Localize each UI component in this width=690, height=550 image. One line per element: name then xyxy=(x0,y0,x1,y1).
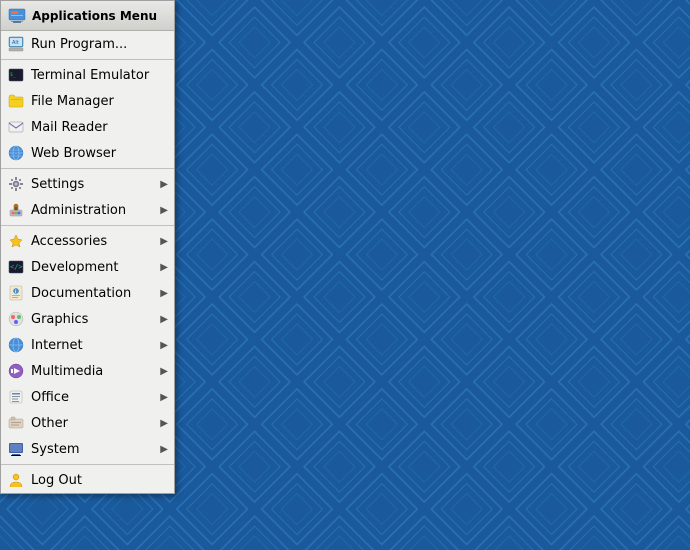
log-out-label: Log Out xyxy=(31,473,168,488)
office-icon xyxy=(7,388,25,406)
terminal-icon: $_ xyxy=(7,66,25,84)
system-icon xyxy=(7,440,25,458)
web-browser-icon xyxy=(7,144,25,162)
applications-menu: Applications Menu Alt Run Program... $_ … xyxy=(0,0,175,494)
documentation-arrow: ▶ xyxy=(160,288,168,299)
terminal-label: Terminal Emulator xyxy=(31,68,168,83)
run-program-label: Run Program... xyxy=(31,37,168,52)
svg-text:Alt: Alt xyxy=(12,40,19,46)
menu-item-terminal[interactable]: $_ Terminal Emulator xyxy=(1,62,174,88)
svg-text:$_: $_ xyxy=(10,72,17,78)
separator-3 xyxy=(1,225,174,226)
graphics-arrow: ▶ xyxy=(160,314,168,325)
other-label: Other xyxy=(31,416,160,431)
accessories-arrow: ▶ xyxy=(160,236,168,247)
menu-item-office[interactable]: Office ▶ xyxy=(1,384,174,410)
documentation-label: Documentation xyxy=(31,286,160,301)
menu-item-administration[interactable]: Administration ▶ xyxy=(1,197,174,223)
svg-text:</>: </> xyxy=(10,263,23,271)
web-browser-label: Web Browser xyxy=(31,146,168,161)
menu-title-icon xyxy=(7,6,27,26)
multimedia-icon xyxy=(7,362,25,380)
settings-label: Settings xyxy=(31,177,160,192)
separator-2 xyxy=(1,168,174,169)
settings-icon xyxy=(7,175,25,193)
file-manager-label: File Manager xyxy=(31,94,168,109)
development-label: Development xyxy=(31,260,160,275)
separator-1 xyxy=(1,59,174,60)
development-arrow: ▶ xyxy=(160,262,168,273)
development-icon: </> xyxy=(7,258,25,276)
file-manager-icon xyxy=(7,92,25,110)
menu-item-system[interactable]: System ▶ xyxy=(1,436,174,462)
office-arrow: ▶ xyxy=(160,392,168,403)
system-arrow: ▶ xyxy=(160,444,168,455)
multimedia-arrow: ▶ xyxy=(160,366,168,377)
menu-item-multimedia[interactable]: Multimedia ▶ xyxy=(1,358,174,384)
system-label: System xyxy=(31,442,160,457)
accessories-label: Accessories xyxy=(31,234,160,249)
menu-item-web-browser[interactable]: Web Browser xyxy=(1,140,174,166)
menu-item-run-program[interactable]: Alt Run Program... xyxy=(1,31,174,57)
mail-reader-label: Mail Reader xyxy=(31,120,168,135)
menu-item-mail-reader[interactable]: Mail Reader xyxy=(1,114,174,140)
internet-icon xyxy=(7,336,25,354)
other-arrow: ▶ xyxy=(160,418,168,429)
run-program-icon: Alt xyxy=(7,35,25,53)
settings-arrow: ▶ xyxy=(160,179,168,190)
menu-item-graphics[interactable]: Graphics ▶ xyxy=(1,306,174,332)
menu-title-label: Applications Menu xyxy=(32,9,157,23)
internet-label: Internet xyxy=(31,338,160,353)
administration-label: Administration xyxy=(31,203,160,218)
graphics-icon xyxy=(7,310,25,328)
documentation-icon: i xyxy=(7,284,25,302)
menu-item-file-manager[interactable]: File Manager xyxy=(1,88,174,114)
office-label: Office xyxy=(31,390,160,405)
multimedia-label: Multimedia xyxy=(31,364,160,379)
internet-arrow: ▶ xyxy=(160,340,168,351)
mail-reader-icon xyxy=(7,118,25,136)
menu-item-documentation[interactable]: i Documentation ▶ xyxy=(1,280,174,306)
other-icon xyxy=(7,414,25,432)
graphics-label: Graphics xyxy=(31,312,160,327)
menu-item-internet[interactable]: Internet ▶ xyxy=(1,332,174,358)
menu-item-other[interactable]: Other ▶ xyxy=(1,410,174,436)
menu-item-log-out[interactable]: Log Out xyxy=(1,467,174,493)
menu-item-settings[interactable]: Settings ▶ xyxy=(1,171,174,197)
administration-arrow: ▶ xyxy=(160,205,168,216)
administration-icon xyxy=(7,201,25,219)
menu-item-accessories[interactable]: Accessories ▶ xyxy=(1,228,174,254)
menu-item-development[interactable]: </> Development ▶ xyxy=(1,254,174,280)
accessories-icon xyxy=(7,232,25,250)
log-out-icon xyxy=(7,471,25,489)
menu-titlebar: Applications Menu xyxy=(1,1,174,31)
separator-4 xyxy=(1,464,174,465)
